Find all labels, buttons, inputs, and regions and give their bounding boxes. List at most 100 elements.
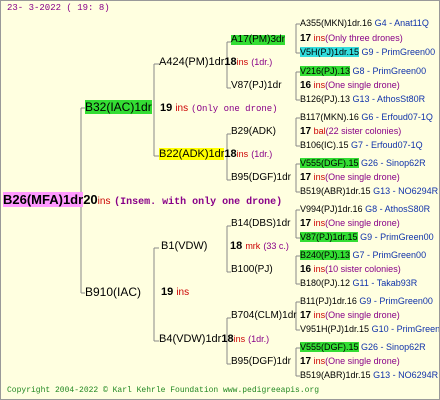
gen4-5-ins: ins [313, 264, 326, 274]
gen2-b22-name[interactable]: B22(ADK)1dr [159, 148, 225, 160]
gen2-b22-note: (1dr.) [251, 149, 273, 159]
gen4-4-father-mark: G9 - PrimGreen00 [360, 232, 434, 242]
gen4-4-number: 17 [300, 218, 312, 229]
gen1-mother-info: 19 ins (Only one drone) [160, 103, 278, 114]
gen4-1-number: 16 [300, 80, 312, 91]
gen2-b1-note: (33 c.) [263, 241, 289, 251]
gen1-mother-name[interactable]: B32(IAC)1dr [85, 100, 152, 114]
gen4-7-father-row: B519(ABR)1dr.15 G13 - NO6294R [300, 371, 438, 380]
gen2-a424-note: (1dr.) [251, 57, 273, 67]
gen4-6-father[interactable]: V951H(PJ)1dr.15 [300, 324, 369, 334]
gen4-1-mother-row: V216(PJ).13 G8 - PrimGreen00 [300, 66, 426, 76]
gen4-3-mother[interactable]: V555(DGF).15 [300, 158, 359, 168]
gen4-3-number: 17 [300, 172, 312, 183]
gen4-4-info: 17 ins(One single drone) [300, 219, 400, 229]
gen4-0-note: (Only three drones) [325, 33, 403, 43]
gen4-3-mother-mark: G26 - Sinop62R [361, 158, 426, 168]
gen4-6-number: 17 [300, 310, 312, 321]
gen4-2-number: 17 [300, 126, 312, 137]
gen4-3-father-mark: G13 - NO6294R [373, 186, 439, 196]
gen4-5-mother[interactable]: B240(PJ).13 [300, 250, 351, 260]
gen3-b95-b[interactable]: B95(DGF)1dr [231, 357, 291, 367]
gen4-2-note: (22 sister colonies) [325, 126, 402, 136]
gen2-b22: B22(ADK)1dr18ins (1dr.) [159, 148, 273, 160]
gen4-0-info: 17 ins(Only three drones) [300, 34, 403, 44]
gen4-0-mother-mark: G4 - Anat11Q [374, 18, 429, 28]
gen2-a424-name[interactable]: A424(PM)1dr [159, 56, 224, 68]
gen4-6-father-row: V951H(PJ)1dr.15 G10 - PrimGreen00 [300, 324, 440, 334]
gen4-0-ins: ins [313, 33, 326, 43]
gen4-7-mother[interactable]: V555(DGF).15 [300, 342, 359, 352]
gen4-3-note: (One single drone) [325, 172, 400, 182]
gen4-7-father-mark: G13 - NO6294R [373, 370, 439, 380]
gen4-5-father[interactable]: B180(PJ).12 [300, 278, 350, 288]
gen4-4-mother-row: V994(PJ)1dr.16 G8 - AthosS80R [300, 205, 430, 214]
gen4-1-ins: ins [313, 80, 326, 90]
root-queen-ins: ins [97, 196, 111, 207]
gen3-a17[interactable]: A17(PM)3dr [231, 35, 285, 45]
gen4-7-ins: ins [313, 356, 326, 366]
gen4-4-note: (One single drone) [325, 218, 400, 228]
gen4-0-mother-row: A355(MKN)1dr.16 G4 - Anat11Q [300, 19, 429, 28]
gen4-7-mother-row: V555(DGF).15 G26 - Sinop62R [300, 342, 426, 352]
gen4-7-number: 17 [300, 356, 312, 367]
gen4-0-father-row: V5H(PJ)1dr.15 G9 - PrimGreen00 [300, 47, 436, 57]
gen4-6-father-mark: G10 - PrimGreen00 [371, 324, 440, 334]
gen4-2-ins: bal [313, 126, 326, 136]
gen4-0-mother[interactable]: A355(MKN)1dr.16 [300, 18, 372, 28]
gen4-1-father[interactable]: B126(PJ).13 [300, 94, 350, 104]
gen1-mother-number: 19 [160, 102, 173, 114]
gen4-6-ins: ins [313, 310, 326, 320]
gen4-0-father[interactable]: V5H(PJ)1dr.15 [300, 47, 360, 57]
root-queen-name[interactable]: B26(MFA)1dr [3, 192, 84, 207]
gen3-b29[interactable]: B29(ADK) [231, 127, 276, 137]
report-date: 23- 3-2022 ( 19: 8) [7, 3, 110, 13]
gen4-4-mother[interactable]: V994(PJ)1dr.16 [300, 204, 363, 214]
gen4-4-ins: ins [313, 218, 326, 228]
pedigree-chart: 23- 3-2022 ( 19: 8) B26(MFA)1dr20ins (In… [0, 0, 440, 400]
gen4-6-mother[interactable]: B11(PJ)1dr.16 [300, 296, 357, 306]
gen2-b22-number: 18 [224, 148, 237, 160]
gen4-2-mother[interactable]: B117(MKN).16 [300, 112, 359, 122]
gen3-b14[interactable]: B14(DBS)1dr [231, 219, 290, 229]
gen2-b22-ins: ins [236, 149, 249, 159]
gen4-2-info: 17 bal(22 sister colonies) [300, 127, 401, 137]
gen1-mother-note: (Only one drone) [191, 104, 278, 114]
gen4-5-info: 16 ins(10 sister colonies) [300, 265, 401, 275]
gen3-v87[interactable]: V87(PJ)1dr [231, 81, 282, 91]
gen2-b1-name[interactable]: B1(VDW) [161, 240, 207, 252]
gen2-a424: A424(PM)1dr18ins (1dr.) [159, 57, 272, 68]
gen2-b1-number: 18 [230, 240, 243, 252]
gen4-1-mother[interactable]: V216(PJ).13 [300, 66, 351, 76]
gen3-b95-a[interactable]: B95(DGF)1dr [231, 173, 291, 183]
gen4-4-father-row: V87(PJ)1dr.15 G9 - PrimGreen00 [300, 232, 434, 242]
gen1-father-info: 19 ins [161, 287, 189, 298]
gen4-7-note: (One single drone) [325, 356, 400, 366]
gen4-5-father-mark: G11 - Takab93R [352, 278, 418, 288]
root-queen-number: 20 [83, 192, 98, 207]
gen4-4-father[interactable]: V87(PJ)1dr.15 [300, 232, 358, 242]
gen1-queen-father: B910(IAC) [85, 286, 141, 298]
gen3-b704[interactable]: B704(CLM)1dr [231, 311, 297, 321]
gen4-6-mother-mark: G9 - PrimGreen00 [359, 296, 433, 306]
gen4-2-father[interactable]: B106(IC).15 [300, 140, 349, 150]
gen1-father-name[interactable]: B910(IAC) [85, 285, 141, 299]
gen3-b100[interactable]: B100(PJ) [231, 265, 273, 275]
gen4-3-father[interactable]: B519(ABR)1dr.15 [300, 186, 371, 196]
gen4-5-father-row: B180(PJ).12 G11 - Takab93R [300, 279, 417, 288]
gen4-1-info: 16 ins(One single drone) [300, 81, 400, 91]
gen2-b4-name[interactable]: B4(VDW)1dr [159, 333, 221, 345]
gen4-7-mother-mark: G26 - Sinop62R [361, 342, 426, 352]
gen4-2-mother-row: B117(MKN).16 G6 - Erfoud07-1Q [300, 113, 433, 122]
gen4-7-father[interactable]: B519(ABR)1dr.15 [300, 370, 371, 380]
gen4-3-info: 17 ins(One single drone) [300, 173, 400, 183]
gen2-b4-ins: ins [233, 334, 246, 344]
gen2-a424-ins: ins [236, 57, 249, 67]
gen4-3-ins: ins [313, 172, 326, 182]
gen4-5-mother-row: B240(PJ).13 G7 - PrimGreen00 [300, 250, 426, 260]
gen2-b4-note: (1dr.) [248, 334, 270, 344]
gen4-6-info: 17 ins(One single drone) [300, 311, 400, 321]
gen1-father-number: 19 [161, 286, 174, 298]
gen4-2-father-mark: G7 - Erfoud07-1Q [351, 140, 423, 150]
gen4-0-father-mark: G9 - PrimGreen00 [361, 47, 436, 57]
